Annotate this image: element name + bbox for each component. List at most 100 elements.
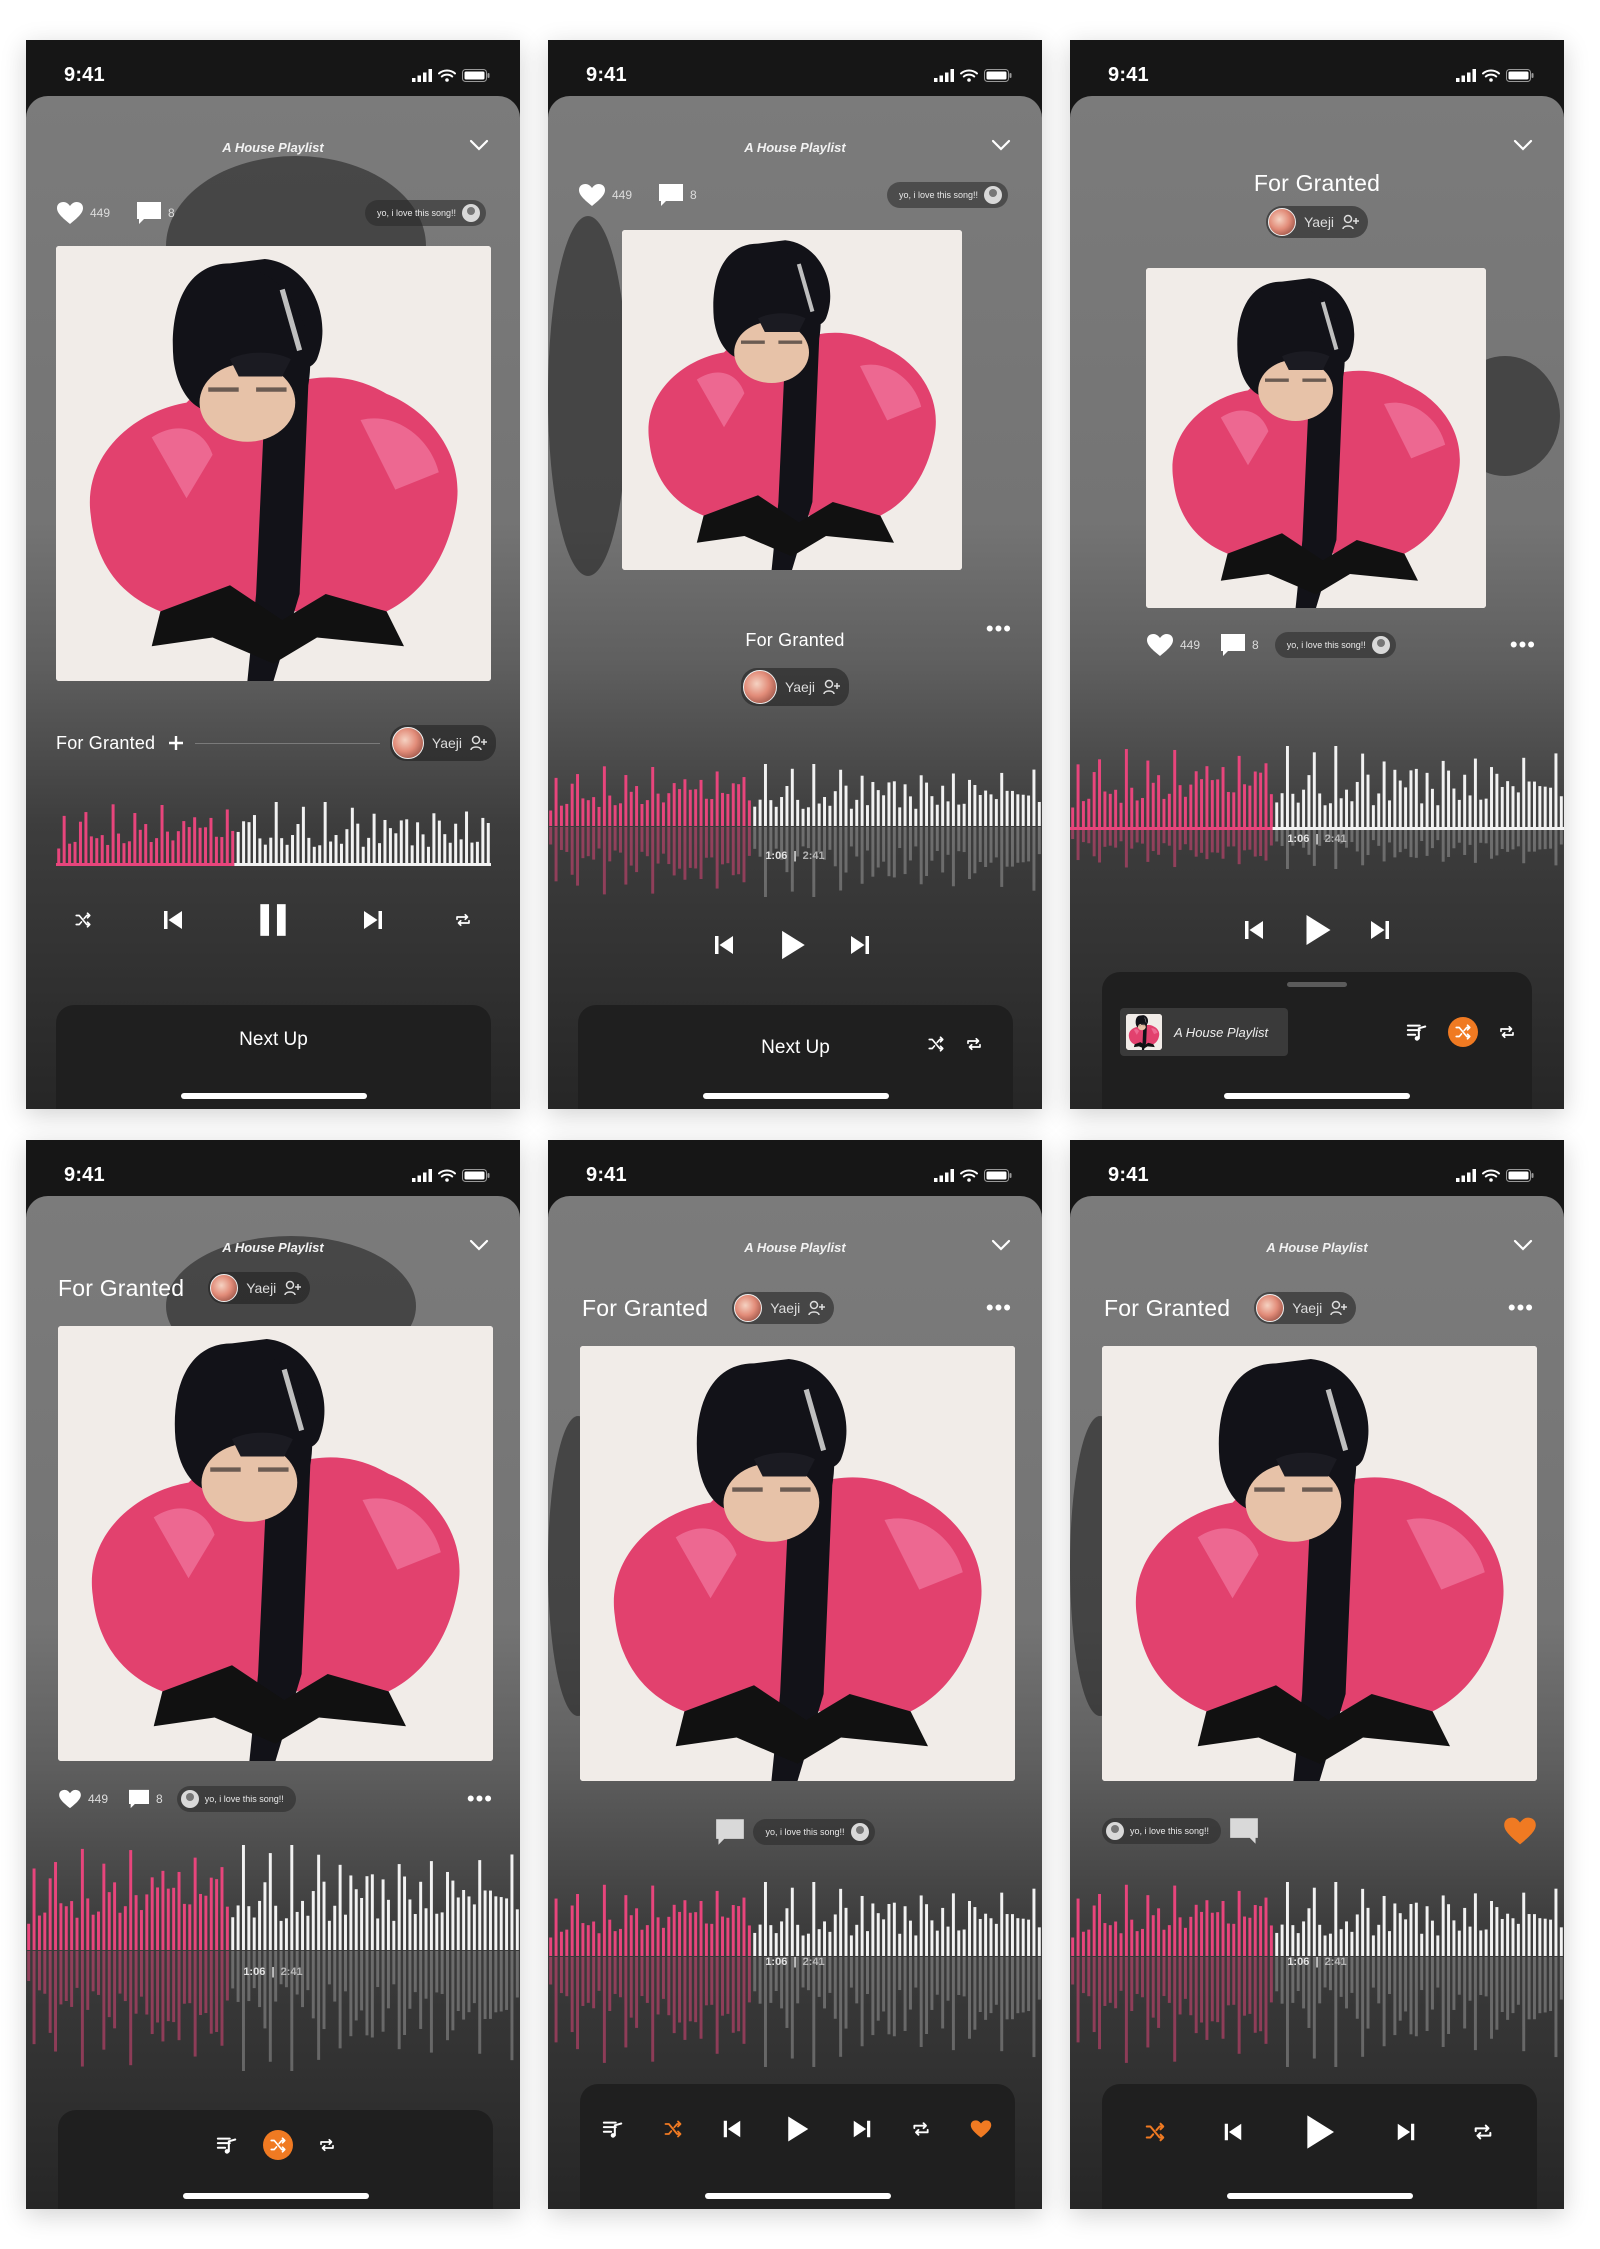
total-time: 2:41 (1324, 833, 1347, 845)
chevron-down-icon[interactable] (990, 138, 1012, 152)
more-icon[interactable]: ••• (1510, 634, 1536, 656)
heart-icon[interactable] (1503, 1816, 1537, 1846)
signal-icon (934, 68, 954, 82)
next-icon[interactable] (848, 933, 872, 957)
shuffle-icon[interactable] (74, 911, 92, 929)
more-icon[interactable]: ••• (467, 1788, 493, 1810)
player-panel[interactable] (580, 2084, 1015, 2209)
play-icon[interactable] (1299, 912, 1335, 948)
shuffle-icon[interactable] (663, 2119, 683, 2139)
artist-pill[interactable]: Yaeji (389, 725, 496, 761)
player-panel[interactable] (1102, 2084, 1537, 2209)
previous-icon[interactable] (1242, 918, 1266, 942)
previous-icon[interactable] (161, 908, 185, 932)
previous-icon[interactable] (712, 933, 736, 957)
waveform-bar (1447, 1904, 1451, 1956)
shuffle-icon[interactable] (1448, 1017, 1478, 1047)
play-icon[interactable] (775, 928, 809, 962)
play-icon[interactable] (782, 2114, 812, 2144)
comments[interactable]: 8 (136, 201, 175, 225)
comment-pill[interactable]: yo, i love this song!! (1102, 1818, 1222, 1844)
waveform-bar (122, 843, 126, 864)
likes[interactable]: 449 (58, 1789, 108, 1809)
comment-pill[interactable]: yo, i love this song!! (176, 1786, 296, 1812)
next-icon[interactable] (361, 908, 385, 932)
waveform[interactable] (1070, 1876, 1564, 2076)
waveform-bar (1151, 782, 1155, 828)
pause-icon[interactable] (254, 901, 292, 939)
drag-handle[interactable] (1287, 982, 1347, 987)
next-up-panel[interactable]: Next Up (56, 1005, 491, 1109)
waveform[interactable] (56, 786, 491, 866)
next-icon[interactable] (1395, 2121, 1417, 2143)
likes[interactable]: 449 (1146, 633, 1200, 657)
next-icon[interactable] (851, 2118, 873, 2140)
more-icon[interactable]: ••• (1508, 1297, 1534, 1319)
repeat-icon[interactable] (1498, 1023, 1516, 1041)
waveform[interactable] (548, 756, 1042, 916)
repeat-icon[interactable] (965, 1035, 983, 1053)
waveform-bar (726, 793, 730, 826)
waveform-bar (32, 1868, 36, 1950)
shuffle-icon[interactable] (263, 2130, 293, 2160)
previous-icon[interactable] (721, 2118, 743, 2140)
artist-pill[interactable]: Yaeji (740, 668, 850, 706)
waveform-reflection (1264, 1957, 1268, 2044)
more-icon[interactable]: ••• (986, 618, 1012, 640)
artist-pill[interactable]: Yaeji (208, 1272, 311, 1304)
queue-panel[interactable] (58, 2110, 493, 2209)
previous-icon[interactable] (1222, 2121, 1244, 2143)
waveform[interactable] (26, 1840, 520, 2080)
comments[interactable]: 8 (1220, 633, 1259, 657)
comment-pill[interactable]: yo, i love this song!! (364, 200, 486, 226)
chevron-down-icon[interactable] (468, 1238, 490, 1252)
chevron-down-icon[interactable] (468, 138, 490, 152)
waveform-reflection (898, 827, 902, 849)
comment-pill[interactable]: yo, i love this song!! (886, 182, 1008, 208)
queue-icon[interactable] (1406, 1021, 1428, 1043)
comments[interactable]: 8 (658, 183, 697, 207)
comment-pill[interactable]: yo, i love this song!! (753, 1819, 875, 1845)
repeat-icon[interactable] (1472, 2121, 1494, 2143)
waveform-bar (408, 1899, 412, 1950)
song-title: For Granted (745, 630, 845, 650)
waveform-bar (123, 1906, 127, 1950)
artist-pill[interactable]: Yaeji (1265, 206, 1369, 238)
heart-icon[interactable] (970, 2118, 992, 2140)
shuffle-icon[interactable] (1144, 2121, 1166, 2143)
next-up-panel[interactable]: Next Up (578, 1005, 1013, 1109)
artist-pill[interactable]: Yaeji (1254, 1292, 1357, 1324)
chevron-down-icon[interactable] (1512, 138, 1534, 152)
waveform-bar (177, 1871, 181, 1950)
waveform[interactable] (548, 1876, 1042, 2076)
next-icon[interactable] (1368, 918, 1392, 942)
more-icon[interactable]: ••• (986, 1297, 1012, 1319)
repeat-icon[interactable] (911, 2119, 931, 2139)
waveform-bar (882, 1919, 886, 1956)
waveform-reflection (565, 827, 569, 852)
queue-icon[interactable] (216, 2134, 238, 2156)
shuffle-icon[interactable] (927, 1035, 945, 1053)
comment-icon[interactable] (1229, 1817, 1259, 1845)
comments[interactable]: 8 (128, 1789, 163, 1809)
chevron-down-icon[interactable] (1512, 1238, 1534, 1252)
waveform[interactable] (1070, 736, 1564, 876)
plus-icon[interactable] (167, 734, 185, 752)
chevron-down-icon[interactable] (990, 1238, 1012, 1252)
waveform-bar (1307, 1908, 1311, 1956)
likes[interactable]: 449 (578, 183, 632, 207)
wifi-icon (1482, 1169, 1500, 1182)
queue-icon[interactable] (602, 2118, 624, 2140)
waveform-bar (107, 1892, 111, 1950)
likes[interactable]: 449 (56, 201, 110, 225)
mini-playlist[interactable]: A House Playlist (1120, 1008, 1289, 1056)
comment-icon[interactable] (715, 1818, 745, 1846)
repeat-icon[interactable] (318, 2136, 336, 2154)
artist-pill[interactable]: Yaeji (732, 1292, 835, 1324)
repeat-icon[interactable] (454, 911, 472, 929)
comment-pill[interactable]: yo, i love this song!! (1274, 632, 1396, 658)
waveform-bar (220, 837, 224, 864)
player-controls (74, 901, 472, 939)
play-icon[interactable] (1299, 2112, 1339, 2152)
queue-panel[interactable]: A House Playlist (1102, 972, 1532, 1109)
